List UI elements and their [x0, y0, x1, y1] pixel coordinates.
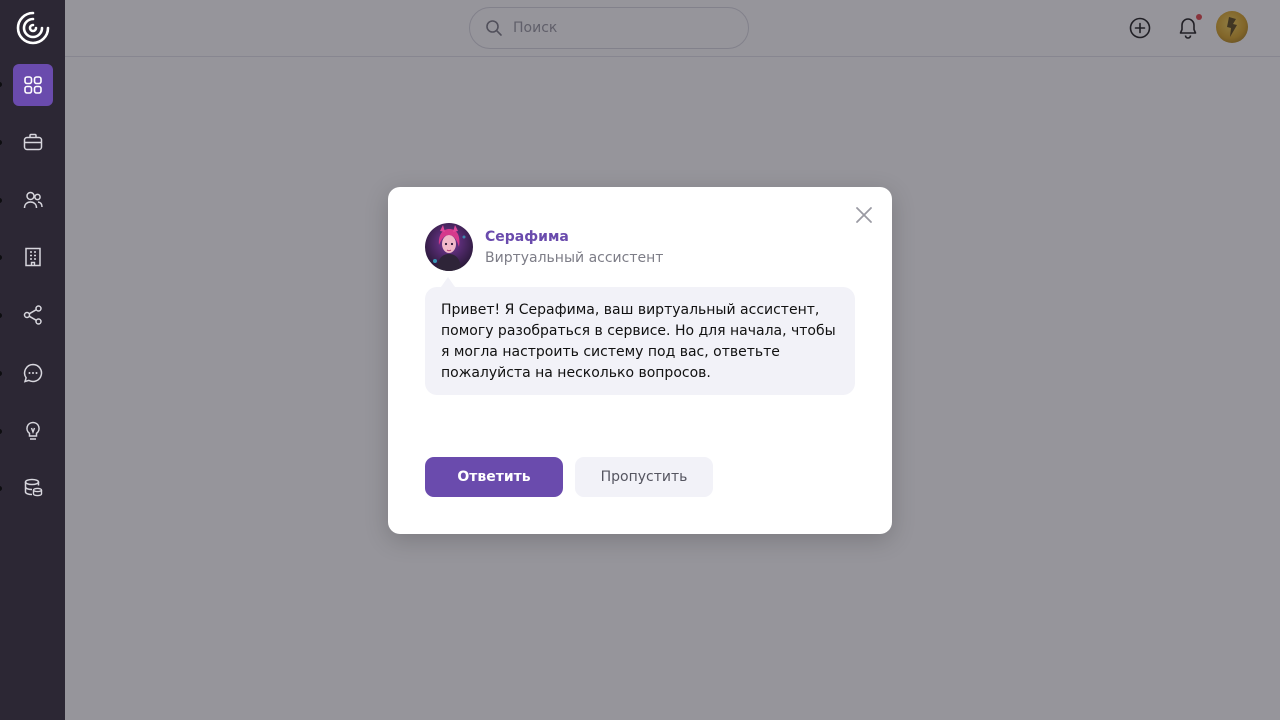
assistant-welcome-dialog: Серафима Виртуальный ассистент Привет! Я… [388, 187, 892, 534]
nav-indicator-dot [0, 82, 2, 87]
users-icon [23, 191, 43, 209]
sidebar [0, 0, 65, 720]
nav-indicator-dot [0, 486, 2, 491]
sidebar-item-users[interactable] [13, 179, 53, 221]
nav-indicator-dot [0, 198, 2, 203]
assistant-message: Привет! Я Серафима, ваш виртуальный асси… [425, 287, 855, 395]
close-icon[interactable] [854, 205, 874, 225]
assistant-avatar [425, 223, 473, 271]
app-logo-icon[interactable] [15, 10, 51, 46]
share-icon [23, 305, 42, 325]
sidebar-item-share[interactable] [13, 294, 53, 336]
sidebar-item-briefcase[interactable] [13, 121, 53, 163]
lightbulb-icon [26, 421, 40, 440]
nav-indicator-dot [0, 429, 2, 434]
dashboard-grid-icon [24, 76, 42, 94]
assistant-name: Серафима [485, 229, 569, 245]
nav-indicator-dot [0, 140, 2, 145]
sidebar-item-ideas[interactable] [13, 410, 53, 452]
nav-indicator-dot [0, 255, 2, 260]
assistant-role: Виртуальный ассистент [485, 250, 664, 266]
nav-indicator-dot [0, 313, 2, 318]
sidebar-item-chat[interactable] [13, 352, 53, 394]
sidebar-item-database[interactable] [13, 467, 53, 509]
sidebar-item-companies[interactable] [13, 236, 53, 278]
briefcase-icon [23, 133, 43, 151]
skip-button[interactable]: Пропустить [575, 457, 713, 497]
building-icon [25, 247, 41, 267]
reply-button[interactable]: Ответить [425, 457, 563, 497]
sidebar-item-dashboard[interactable] [13, 64, 53, 106]
chat-icon [23, 363, 43, 383]
database-icon [24, 478, 43, 497]
nav-indicator-dot [0, 371, 2, 376]
message-bubble-tail [441, 277, 455, 287]
